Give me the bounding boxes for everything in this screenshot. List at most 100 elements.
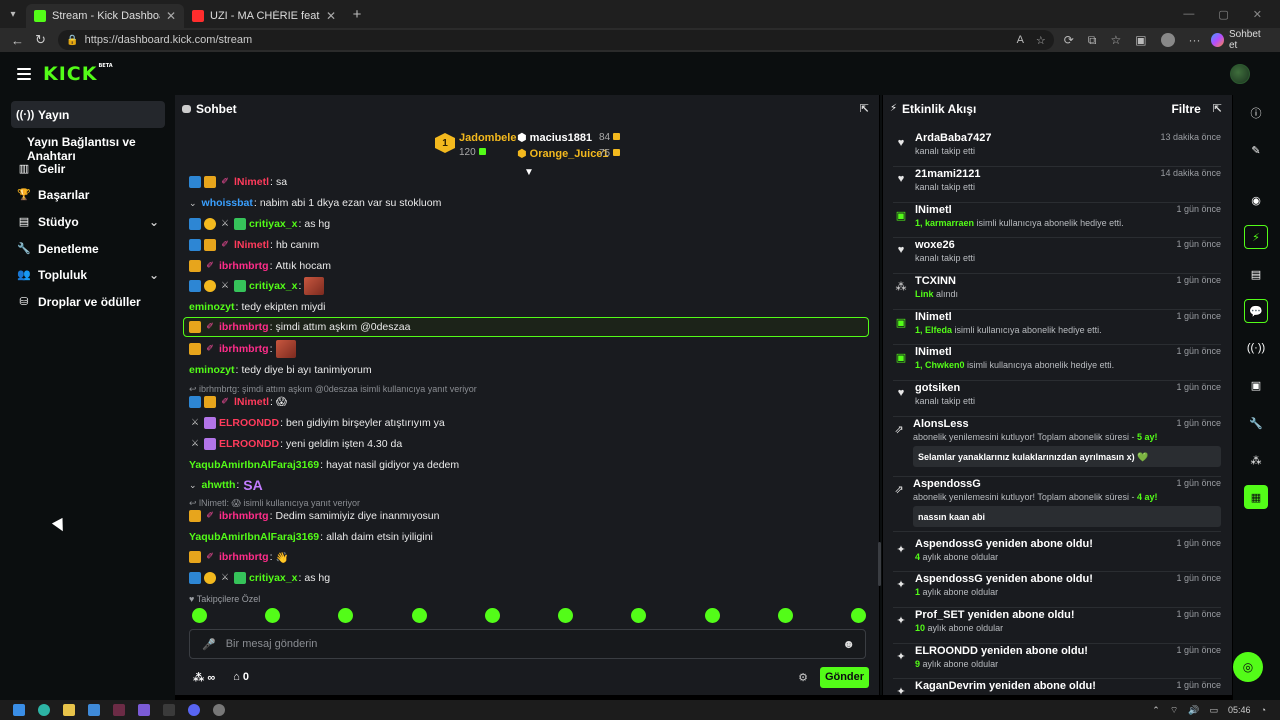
chat-message[interactable]: ⚔ ELROONDD: ben gidiyim birşeyler atıştır…: [189, 414, 445, 432]
camera-icon[interactable]: ◉: [1244, 188, 1268, 212]
new-tab-button[interactable]: +: [344, 6, 370, 23]
close-window-icon[interactable]: ✕: [1253, 8, 1262, 21]
sidebar-item-topluluk[interactable]: 👥 Topluluk ⌄: [11, 261, 165, 288]
close-tab-icon[interactable]: ✕: [326, 9, 336, 23]
visual-studio-icon[interactable]: [138, 704, 150, 716]
notes-icon[interactable]: ▤: [1244, 262, 1268, 286]
more-icon[interactable]: ···: [1189, 33, 1201, 47]
edit-icon[interactable]: ✎: [1244, 138, 1268, 162]
chat-message[interactable]: ⌄ ahwtth: SA: [189, 476, 263, 494]
popout-icon[interactable]: ⇱: [860, 102, 869, 115]
support-chat-icon[interactable]: ◎: [1233, 652, 1263, 682]
points-infinite[interactable]: ⁂ ∞: [193, 671, 215, 684]
volume-icon[interactable]: 🔊: [1188, 705, 1199, 716]
gift-count[interactable]: ⌂ 0: [233, 671, 249, 683]
filter-button[interactable]: Filtre: [1171, 102, 1200, 116]
chat-scrollbar[interactable]: [878, 95, 882, 695]
chat-message[interactable]: YaqubAmirIbnAlFaraj3169: allah daim etsin…: [189, 528, 433, 546]
hamburger-menu-icon[interactable]: [17, 67, 31, 80]
sidebar-item-droplar[interactable]: ⛁ Droplar ve ödüller: [11, 288, 165, 315]
feed-event[interactable]: ♥ 21mami2121 14 dakika önce kanalı takip …: [893, 167, 1221, 203]
feed-event[interactable]: ♥ ArdaBaba7427 13 dakika önce kanalı taki…: [893, 131, 1221, 167]
edge-icon[interactable]: [38, 704, 50, 716]
chat-message[interactable]: eminozyt: tedy diye bi ayı tanimiyorum: [189, 361, 372, 379]
tray-chevron-icon[interactable]: ⌃: [1152, 705, 1160, 716]
taskbar-app-icon[interactable]: [113, 704, 125, 716]
feed-event[interactable]: ✦ AspendossG yeniden abone oldu! 1 gün ön…: [893, 572, 1221, 608]
collections-2-icon[interactable]: ▣: [1135, 33, 1146, 47]
sidebar-item-denetleme[interactable]: 🔧 Denetleme: [11, 235, 165, 262]
broadcast-icon[interactable]: ((·)): [1244, 336, 1268, 360]
clock-app-icon[interactable]: [213, 704, 225, 716]
chat-message[interactable]: ✐ lNimetl: 😱: [189, 393, 287, 411]
emote-icon[interactable]: [411, 608, 427, 623]
feed-event[interactable]: ✦ AspendossG yeniden abone oldu! 1 gün ön…: [893, 537, 1221, 572]
minimize-icon[interactable]: —: [1183, 8, 1194, 21]
chat-message[interactable]: ✐ ibrhmbrtg: şimdi attım aşkım @0deszaa: [189, 318, 410, 336]
back-icon[interactable]: ←: [6, 33, 29, 48]
copilot-button[interactable]: Sohbet et: [1210, 29, 1270, 51]
activity-feed-toggle-icon[interactable]: ⚡: [1244, 225, 1268, 249]
chat-message[interactable]: eminozyt: tedy ekipten miydi: [189, 298, 325, 316]
tab-actions-menu-icon[interactable]: ▾: [0, 0, 26, 28]
chat-message[interactable]: YaqubAmirIbnAlFaraj3169: hayat nasil gidi…: [189, 456, 459, 474]
mic-icon[interactable]: 🎤: [202, 638, 216, 651]
feed-event[interactable]: ▣ lNimetl 1 gün önce 1, Chwken0 isimli ku…: [893, 345, 1221, 381]
chat-message[interactable]: ✐ lNimetl: hb canım: [189, 236, 319, 254]
chat-message[interactable]: ✐ ibrhmbrtg:: [189, 340, 296, 358]
chat-input[interactable]: [225, 638, 843, 650]
discord-icon[interactable]: [188, 704, 200, 716]
wrench-icon[interactable]: 🔧: [1244, 411, 1268, 435]
feed-event[interactable]: ✦ ELROONDD yeniden abone oldu! 1 gün önce…: [893, 644, 1221, 679]
feed-event[interactable]: ▣ lNimetl 1 gün önce 1, karmarraen isimli…: [893, 203, 1221, 238]
extension-icon[interactable]: ⟳: [1064, 33, 1074, 47]
maximize-icon[interactable]: ▢: [1218, 8, 1228, 21]
emote-icon[interactable]: [850, 608, 866, 623]
wifi-icon[interactable]: ⌔: [1170, 705, 1178, 716]
emote-icon[interactable]: [631, 608, 647, 623]
leader-second-name[interactable]: ⬢ macius1881: [517, 131, 592, 144]
sidebar-item-studyo[interactable]: ▤ Stüdyo ⌄: [11, 208, 165, 235]
emote-icon[interactable]: [558, 608, 574, 623]
emote-icon[interactable]: [484, 608, 500, 623]
chat-message[interactable]: ⚔ critiyax_x: as hg: [189, 569, 330, 587]
chat-message[interactable]: ✐ ibrhmbrtg: Dedim samimiyiz diye inanmıy…: [189, 507, 439, 525]
read-aloud-icon[interactable]: A: [1017, 34, 1024, 47]
chat-message[interactable]: ⚔ critiyax_x:: [189, 277, 325, 295]
feed-event[interactable]: ♥ gotsiken 1 gün önce kanalı takip etti: [893, 381, 1221, 417]
profile-avatar[interactable]: [1160, 33, 1175, 47]
kick-logo[interactable]: KICKBETA: [43, 63, 113, 85]
leader-first-name[interactable]: Jadombele: [459, 132, 516, 144]
sidebar-item-basarilar[interactable]: 🏆 Başarılar: [11, 181, 165, 208]
feed-event[interactable]: ▣ lNimetl 1 gün önce 1, Elfeda isimli kul…: [893, 310, 1221, 345]
tab-kick-dashboard[interactable]: Stream - Kick Dashboard ✕: [26, 4, 184, 28]
feed-event[interactable]: ⇗ AspendossG 1 gün önce abonelik yenileme…: [893, 477, 1221, 532]
leader-third-name[interactable]: ⬢ Orange_Juice1: [517, 147, 609, 160]
user-avatar[interactable]: [1230, 63, 1250, 84]
emote-icon[interactable]: [265, 608, 281, 623]
chevron-down-icon[interactable]: ⌄: [189, 198, 197, 209]
emote-icon[interactable]: [192, 608, 207, 623]
favorite-star-icon[interactable]: ☆: [1036, 34, 1046, 47]
notepad-icon[interactable]: [163, 704, 175, 716]
tab-youtube[interactable]: UZI - MA CHÉRIE feat. AKSAN ✕: [184, 4, 344, 28]
chat-message[interactable]: ✐ ibrhmbrtg: Attık hocam: [189, 257, 331, 275]
notification-icon[interactable]: ◔: [1261, 705, 1266, 715]
sidebar-item-gelir[interactable]: ▥ Gelir: [11, 155, 165, 182]
emote-icon[interactable]: [777, 608, 793, 623]
feed-event[interactable]: ⁂ TCXINN 1 gün önce Link alındı: [893, 274, 1221, 310]
close-tab-icon[interactable]: ✕: [166, 9, 176, 23]
url-field[interactable]: 🔒 https://dashboard.kick.com/stream A ☆: [58, 30, 1054, 50]
clapper-icon[interactable]: ▦: [1244, 485, 1268, 509]
mail-icon[interactable]: [88, 704, 100, 716]
chat-toggle-icon[interactable]: 💬: [1244, 299, 1268, 323]
emote-icon[interactable]: [338, 608, 354, 623]
layout-icon[interactable]: ▣: [1244, 373, 1268, 397]
popout-icon[interactable]: ⇱: [1213, 102, 1222, 115]
reload-icon[interactable]: ↻: [29, 32, 52, 48]
puzzle-icon[interactable]: ⧉: [1088, 33, 1097, 48]
chat-message[interactable]: ✐ lNimetl: sa: [189, 173, 287, 191]
feed-event[interactable]: ⇗ AlonsLess 1 gün önce abonelik yenilemes…: [893, 417, 1221, 477]
chevron-down-icon[interactable]: ⌄: [189, 480, 197, 491]
emote-icon[interactable]: [704, 608, 720, 623]
